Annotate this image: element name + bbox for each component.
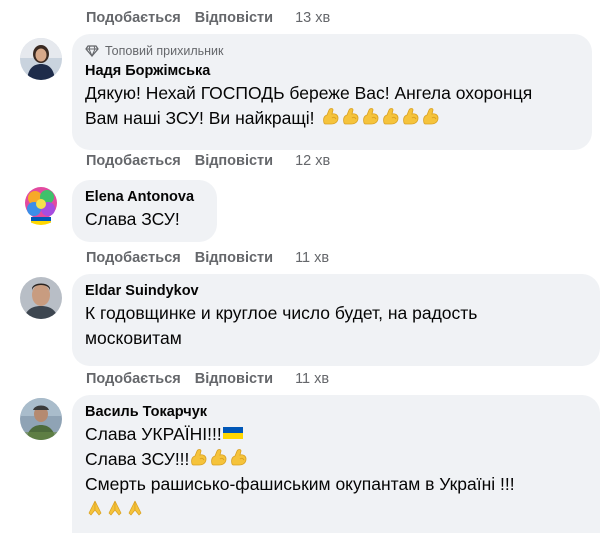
- comment-actions: Подобається Відповісти 13 хв: [86, 8, 330, 28]
- comment-author[interactable]: Надя Боржімська: [85, 62, 580, 81]
- comment-bubble: Elena Antonova Слава ЗСУ!: [72, 180, 217, 242]
- comment-actions: Подобається Відповісти 11 хв: [86, 248, 329, 268]
- flexed-biceps-emoji: [341, 107, 361, 127]
- comment-bubble: Топовий прихильник Надя Боржімська Дякую…: [72, 34, 592, 150]
- reply-button[interactable]: Відповісти: [195, 10, 273, 26]
- reply-button[interactable]: Відповісти: [195, 250, 273, 266]
- comment-line: Слава ЗСУ!!!: [85, 447, 588, 472]
- flexed-biceps-emoji: [361, 107, 381, 127]
- flexed-biceps-emoji: [189, 448, 209, 468]
- top-fan-badge: Топовий прихильник: [85, 42, 580, 60]
- comment-timestamp[interactable]: 12 хв: [295, 153, 330, 169]
- folded-hands-emoji: [85, 498, 105, 518]
- comment-text: Дякую! Нехай ГОСПОДЬ береже Вас! Ангела …: [85, 81, 580, 131]
- comment-timestamp[interactable]: 11 хв: [295, 371, 329, 387]
- comment-text: К годовщинке и круглое число будет, на р…: [85, 301, 588, 351]
- comment-actions: Подобається Відповісти 12 хв: [86, 151, 330, 171]
- comment-line: Дякую! Нехай ГОСПОДЬ береже Вас! Ангела …: [85, 83, 533, 103]
- like-button[interactable]: Подобається: [86, 250, 181, 266]
- badge-label: Топовий прихильник: [105, 44, 224, 58]
- diamond-icon: [85, 45, 99, 58]
- avatar[interactable]: [20, 277, 62, 319]
- comment-author[interactable]: Eldar Suindykov: [85, 282, 588, 301]
- comment-line: Слава УКРАЇНІ!!!: [85, 422, 588, 447]
- flexed-biceps-emoji: [381, 107, 401, 127]
- comment-line: Вам наші ЗСУ! Ви найкращі!: [85, 106, 580, 131]
- comment-line: К годовщинке и круглое число будет, на р…: [85, 303, 478, 323]
- comment-timestamp[interactable]: 13 хв: [295, 10, 330, 26]
- flexed-biceps-emoji: [321, 107, 341, 127]
- comment-line: московитам: [85, 328, 182, 348]
- comment-line-text: Слава УКРАЇНІ!!!: [85, 424, 222, 444]
- flexed-biceps-emojis: [321, 108, 441, 128]
- comment-bubble: Eldar Suindykov К годовщинке и круглое ч…: [72, 274, 600, 366]
- comment-bubble: Василь Токарчук Слава УКРАЇНІ!!! Слава З…: [72, 395, 600, 533]
- comment-line: Смерть рашисько-фашиським окупантам в Ук…: [85, 474, 515, 494]
- avatar[interactable]: [20, 38, 62, 80]
- avatar[interactable]: [20, 398, 62, 440]
- ukraine-flag-emoji: [222, 425, 244, 441]
- flexed-biceps-emoji: [421, 107, 441, 127]
- comment-timestamp[interactable]: 11 хв: [295, 250, 329, 266]
- comment-text: Слава УКРАЇНІ!!! Слава ЗСУ!!! Смерть раш…: [85, 422, 588, 522]
- reply-button[interactable]: Відповісти: [195, 371, 273, 387]
- comment-author[interactable]: Elena Antonova: [85, 188, 205, 207]
- comment-line-text: Слава ЗСУ!!!: [85, 449, 190, 469]
- like-button[interactable]: Подобається: [86, 10, 181, 26]
- flexed-biceps-emoji: [209, 448, 229, 468]
- avatar[interactable]: [20, 183, 62, 225]
- comment-actions: Подобається Відповісти 11 хв: [86, 369, 329, 389]
- folded-hands-emoji: [105, 498, 125, 518]
- flexed-biceps-emoji: [401, 107, 421, 127]
- flexed-biceps-emoji: [229, 448, 249, 468]
- comment-line-text: Вам наші ЗСУ! Ви найкращі!: [85, 108, 315, 128]
- like-button[interactable]: Подобається: [86, 153, 181, 169]
- like-button[interactable]: Подобається: [86, 371, 181, 387]
- folded-hands-emoji: [125, 498, 145, 518]
- comment-text: Слава ЗСУ!: [85, 209, 180, 229]
- comment-line: [85, 497, 588, 522]
- reply-button[interactable]: Відповісти: [195, 153, 273, 169]
- comment-author[interactable]: Василь Токарчук: [85, 403, 588, 422]
